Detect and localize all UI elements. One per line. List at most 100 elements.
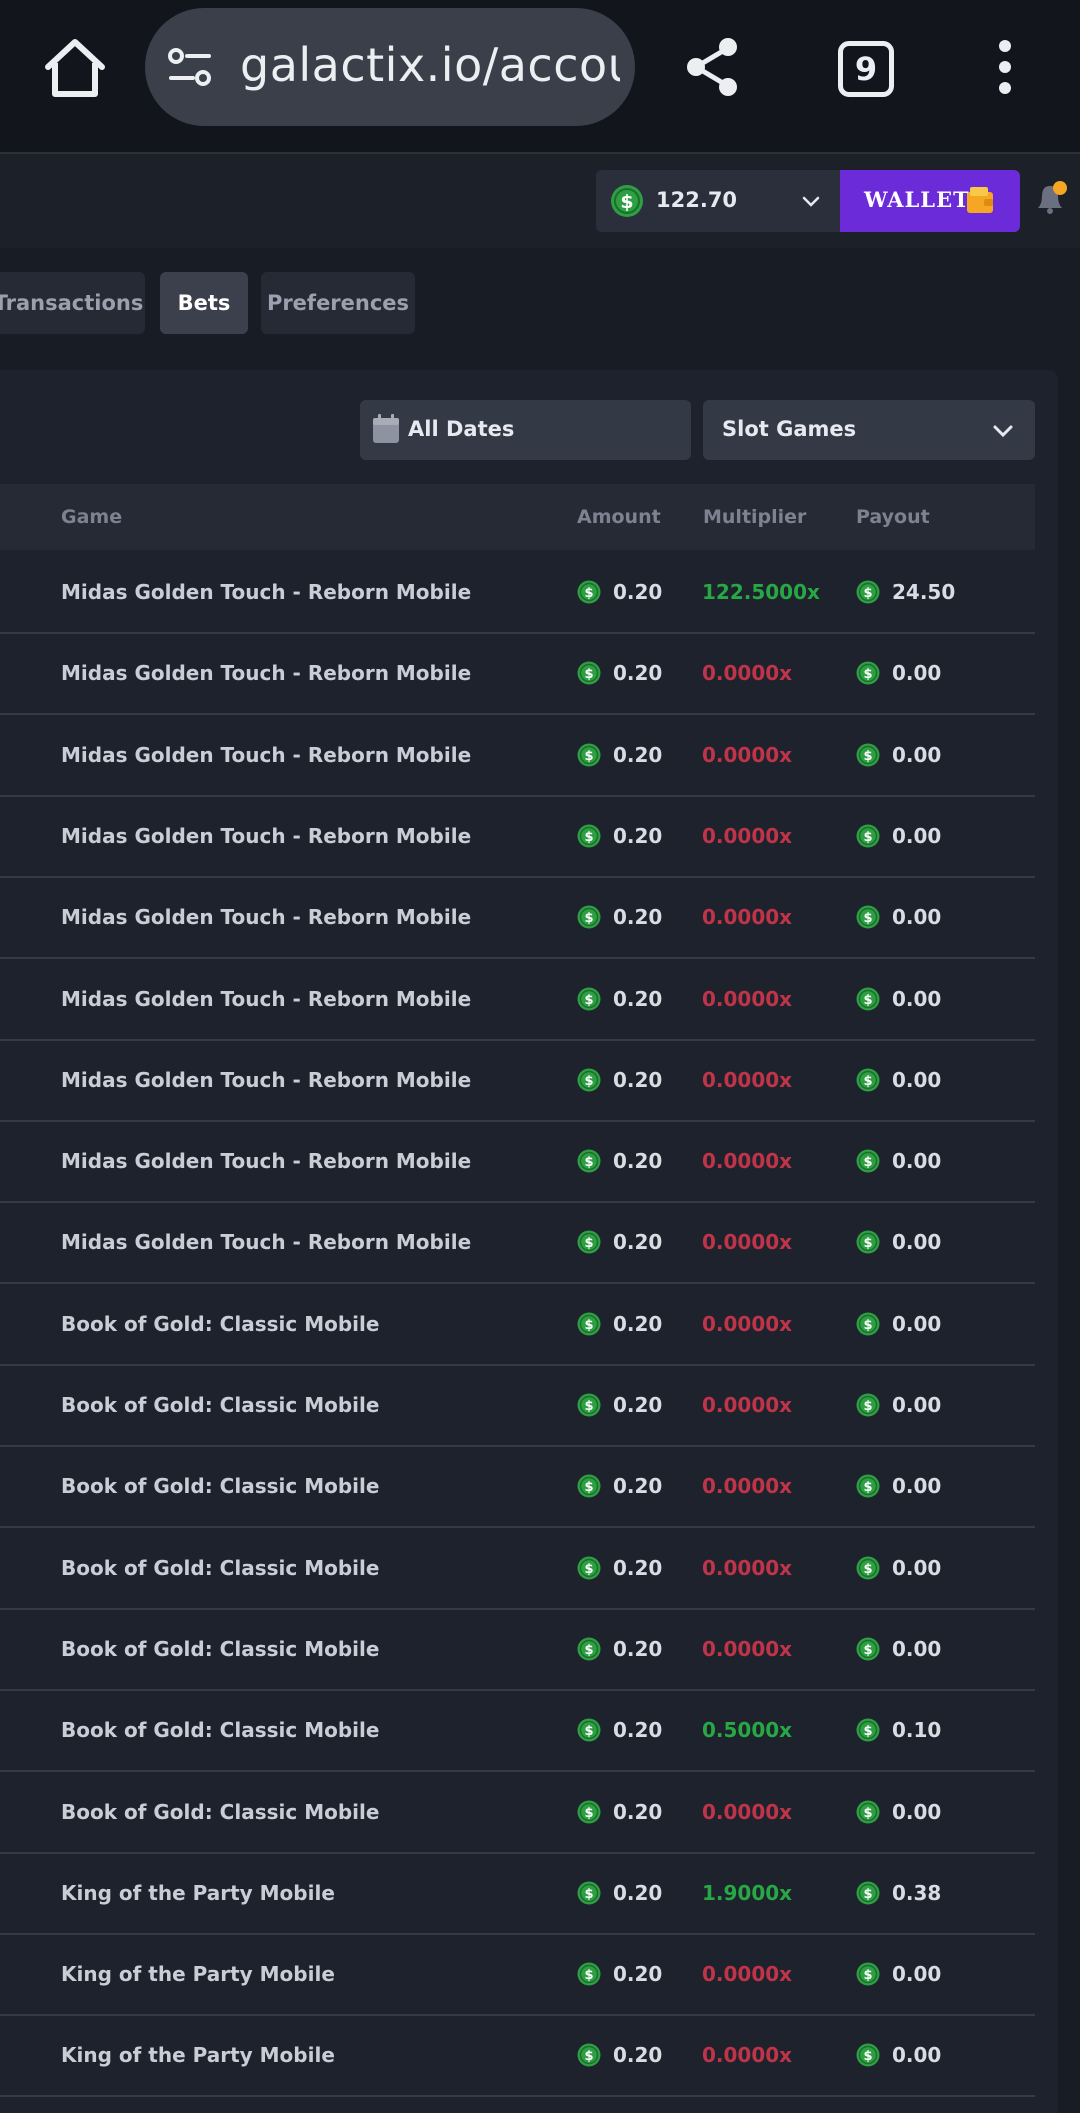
svg-text:$: $	[863, 1480, 872, 1495]
chevron-down-icon	[993, 425, 1013, 438]
dollar-coin-icon: $	[577, 1474, 601, 1498]
more-menu-icon[interactable]	[990, 40, 1020, 96]
bet-payout: 24.50	[892, 580, 956, 604]
tab-bets[interactable]: Bets	[160, 272, 248, 334]
game-name: King of the Party Mobile	[61, 1962, 335, 1987]
date-filter[interactable]: All Dates	[360, 400, 691, 460]
dollar-coin-icon: $	[577, 1230, 601, 1254]
site-header: $ 122.70 WALLET	[0, 154, 1080, 248]
svg-text:$: $	[620, 191, 633, 213]
svg-text:$: $	[584, 993, 593, 1008]
svg-text:$: $	[863, 993, 872, 1008]
table-row[interactable]: Midas Golden Touch - Reborn Mobile $0.20 0…	[0, 1202, 1035, 1285]
balance-selector[interactable]: $ 122.70	[596, 170, 840, 232]
table-row[interactable]: Midas Golden Touch - Reborn Mobile $0.20 0…	[0, 715, 1035, 797]
tab-preferences[interactable]: Preferences	[261, 272, 415, 334]
bet-amount: 0.20	[613, 580, 663, 604]
table-row[interactable]: Midas Golden Touch - Reborn Mobile $0.20 0…	[0, 1040, 1035, 1122]
dollar-coin-icon: $	[611, 185, 643, 217]
game-name: Midas Golden Touch - Reborn Mobile	[61, 661, 472, 686]
bet-multiplier: 0.0000x	[702, 1962, 793, 1987]
url-text[interactable]: galactix.io/accou	[240, 38, 620, 92]
date-filter-label: All Dates	[408, 417, 515, 441]
game-name: Midas Golden Touch - Reborn Mobile	[61, 1230, 472, 1255]
table-row[interactable]: Book of Gold: Classic Mobile $0.20 0.5000x…	[0, 1690, 1035, 1773]
bet-multiplier: 0.0000x	[702, 2043, 793, 2068]
table-row[interactable]: Book of Gold: Classic Mobile $0.20 0.0000x…	[0, 1609, 1035, 1691]
tab-switcher-button[interactable]: 9	[838, 41, 894, 97]
wallet-button[interactable]: WALLET	[840, 170, 1020, 232]
home-icon[interactable]	[40, 34, 110, 104]
share-icon[interactable]	[680, 34, 746, 100]
dollar-coin-icon: $	[856, 743, 880, 767]
bet-amount: 0.20	[613, 1393, 663, 1417]
bet-payout: 0.00	[892, 742, 942, 767]
table-row[interactable]: King of the Party Mobile $0.20 0.0000x $0.0…	[0, 1934, 1035, 2017]
bet-payout: 0.00	[892, 1474, 942, 1499]
table-row[interactable]: Book of Gold: Classic Mobile $0.20 0.0000x…	[0, 1284, 1035, 1366]
bet-amount: 0.20	[613, 986, 663, 1011]
category-filter-label: Slot Games	[722, 417, 857, 441]
svg-text:$: $	[584, 1887, 593, 1902]
svg-text:$: $	[863, 1318, 872, 1333]
bet-multiplier: 0.0000x	[702, 986, 793, 1011]
table-row[interactable]: Midas Golden Touch - Reborn Mobile $0.20 0…	[0, 877, 1035, 960]
bet-multiplier: 0.0000x	[702, 661, 793, 686]
table-row[interactable]: Book of Gold: Classic Mobile $0.20 0.0000x…	[0, 1446, 1035, 1529]
category-filter[interactable]: Slot Games	[703, 400, 1035, 460]
bet-multiplier: 0.0000x	[702, 823, 793, 848]
bet-payout: 0.00	[892, 1067, 942, 1092]
bet-multiplier: 122.5000x	[702, 580, 820, 604]
game-name: Midas Golden Touch - Reborn Mobile	[61, 986, 472, 1011]
bet-amount: 0.20	[613, 1474, 663, 1499]
dollar-coin-icon: $	[856, 1881, 880, 1905]
table-row[interactable]: King of the Party Mobile $0.20 1.9000x $0.3…	[0, 1853, 1035, 1935]
game-name: Midas Golden Touch - Reborn Mobile	[61, 1067, 472, 1092]
bet-amount: 0.20	[613, 2043, 663, 2068]
bet-amount: 0.20	[613, 1799, 663, 1824]
svg-text:$: $	[584, 1480, 593, 1495]
table-row[interactable]: Midas Golden Touch - Reborn Mobile $0.20 0…	[0, 1121, 1035, 1204]
bet-multiplier: 0.0000x	[702, 1555, 793, 1580]
table-row[interactable]: Book of Gold: Classic Mobile $0.20 0.0000x…	[0, 1772, 1035, 1854]
table-row[interactable]: Midas Golden Touch - Reborn Mobile $0.20 0…	[0, 959, 1035, 1041]
game-name: Book of Gold: Classic Mobile	[61, 1799, 380, 1824]
bet-amount: 0.20	[613, 1555, 663, 1580]
column-game: Game	[61, 506, 123, 528]
game-name: King of the Party Mobile	[61, 1880, 335, 1905]
table-row[interactable]: Book of Gold: Classic Mobile $0.20 0.0000x…	[0, 1365, 1035, 1447]
svg-text:$: $	[584, 1155, 593, 1170]
tab-transactions[interactable]: Transactions	[0, 272, 145, 334]
bet-payout: 0.00	[892, 986, 942, 1011]
bet-payout: 0.00	[892, 1393, 942, 1417]
column-payout: Payout	[856, 506, 930, 528]
bet-amount: 0.20	[613, 1311, 663, 1336]
bet-amount: 0.20	[613, 1962, 663, 1987]
game-name: Book of Gold: Classic Mobile	[61, 1393, 380, 1417]
site-settings-icon[interactable]	[167, 46, 213, 90]
svg-text:$: $	[863, 1399, 872, 1414]
dollar-coin-icon: $	[577, 661, 601, 685]
table-row[interactable]: King of the Party Mobile $0.20 0.0000x $0.0…	[0, 2015, 1035, 2098]
svg-text:$: $	[863, 667, 872, 682]
dollar-coin-icon: $	[577, 824, 601, 848]
column-amount: Amount	[577, 506, 661, 528]
bet-payout: 0.10	[892, 1718, 942, 1743]
dollar-coin-icon: $	[856, 2043, 880, 2067]
balance-amount: 122.70	[656, 188, 738, 212]
dollar-coin-icon: $	[856, 1068, 880, 1092]
svg-text:$: $	[863, 1724, 872, 1739]
notification-bell-icon[interactable]	[1032, 178, 1072, 218]
table-row[interactable]: Midas Golden Touch - Reborn Mobile $0.20 1…	[0, 552, 1035, 634]
bet-payout: 0.00	[892, 823, 942, 848]
dollar-coin-icon: $	[856, 580, 880, 604]
svg-text:$: $	[584, 2049, 593, 2064]
table-row[interactable]: Midas Golden Touch - Reborn Mobile $0.20 0…	[0, 796, 1035, 878]
table-row[interactable]: Midas Golden Touch - Reborn Mobile $0.20 0…	[0, 633, 1035, 716]
svg-text:$: $	[863, 749, 872, 764]
dollar-coin-icon: $	[577, 1962, 601, 1986]
table-row[interactable]: Book of Gold: Classic Mobile $0.20 0.0000x…	[0, 1528, 1035, 1610]
bet-multiplier: 0.0000x	[702, 1067, 793, 1092]
url-bar[interactable]: galactix.io/accou	[145, 8, 635, 126]
game-name: Midas Golden Touch - Reborn Mobile	[61, 1149, 472, 1174]
